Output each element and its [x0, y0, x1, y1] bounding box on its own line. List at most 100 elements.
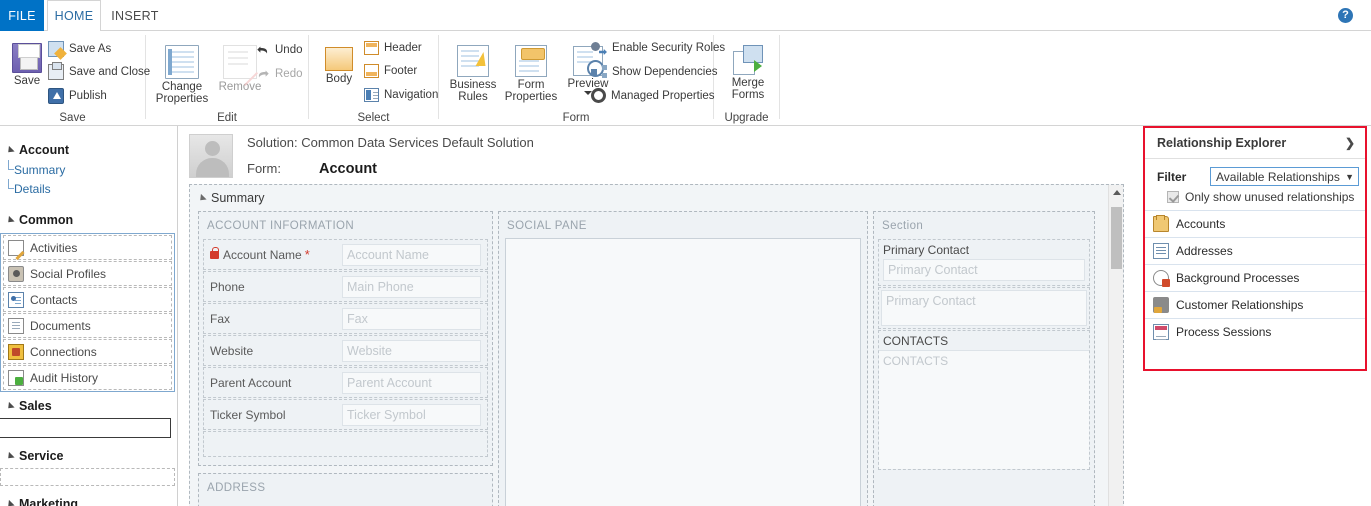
ribbon-group-upgrade: Merge Forms Upgrade	[714, 31, 779, 126]
section-right[interactable]: Section Primary Contact Primary Contact …	[873, 211, 1095, 506]
only-unused-relationships-checkbox[interactable]	[1167, 191, 1179, 203]
application-window: FILE HOME INSERT ? Save Save As Save and…	[0, 0, 1371, 506]
change-properties-button[interactable]: Change Properties	[152, 45, 212, 105]
chevron-right-icon[interactable]: ❯	[1345, 136, 1355, 150]
managed-properties-button[interactable]: Managed Properties	[591, 88, 715, 103]
subgrid-contacts-body[interactable]: CONTACTS	[879, 351, 1089, 469]
nav-header-marketing[interactable]: Marketing	[0, 494, 177, 506]
relationship-explorer-panel: Relationship Explorer ❯ Filter Available…	[1143, 126, 1367, 371]
social-pane-control[interactable]	[505, 238, 861, 506]
field-account-name-input[interactable]: Account Name	[342, 243, 481, 266]
sidebar-item-audit-history[interactable]: Audit History	[3, 365, 172, 390]
scroll-up-arrow-icon[interactable]	[1113, 190, 1121, 195]
ribbon-group-select: Body Header Footer Navigation Select	[309, 31, 438, 126]
save-as-button[interactable]: Save As	[48, 41, 111, 57]
save-and-close-icon	[48, 62, 64, 80]
section-social-pane[interactable]: SOCIAL PANE	[498, 211, 868, 506]
show-dependencies-button[interactable]: Show Dependencies	[591, 64, 718, 80]
section-address[interactable]: ADDRESS	[198, 473, 493, 506]
field-phone-input[interactable]: Main Phone	[342, 275, 481, 298]
ribbon-group-label-save: Save	[59, 112, 86, 124]
ribbon-group-label-upgrade: Upgrade	[724, 112, 769, 124]
sidebar-item-summary[interactable]: Summary	[0, 160, 177, 179]
undo-label: Undo	[275, 44, 303, 56]
tab-home[interactable]: HOME	[47, 0, 101, 32]
nav-header-service[interactable]: Service	[0, 446, 177, 466]
section-account-information[interactable]: ACCOUNT INFORMATION Account Name * Accou…	[198, 211, 493, 466]
merge-forms-label-1: Merge	[731, 77, 765, 89]
field-fax-input[interactable]: Fax	[342, 307, 481, 330]
ribbon-group-form: Business Rules Form Properties Preview E…	[439, 31, 725, 126]
tab-insert-label: INSERT	[111, 8, 159, 23]
publish-button[interactable]: Publish	[48, 88, 107, 104]
field-primary-contact[interactable]: Primary Contact Primary Contact	[878, 239, 1090, 286]
sidebar-item-social-profiles[interactable]: Social Profiles	[3, 261, 172, 286]
relationship-item-customer-relationships[interactable]: Customer Relationships	[1145, 291, 1365, 318]
field-account-name-label: Account Name	[223, 247, 302, 262]
scrollbar-thumb[interactable]	[1111, 207, 1122, 269]
field-primary-contact-notes-input[interactable]: Primary Contact	[881, 290, 1087, 326]
field-website-input[interactable]: Website	[342, 339, 481, 362]
only-unused-relationships-row[interactable]: Only show unused relationships	[1145, 186, 1365, 210]
field-website[interactable]: Website Website	[203, 335, 488, 366]
business-rules-button[interactable]: Business Rules	[447, 45, 499, 103]
relationship-item-addresses[interactable]: Addresses	[1145, 237, 1365, 264]
empty-field-slot[interactable]	[203, 431, 488, 457]
form-tab-summary[interactable]: Summary	[197, 191, 264, 205]
body-button[interactable]: Body	[317, 47, 361, 85]
undo-button[interactable]: Undo	[256, 43, 303, 57]
tab-insert[interactable]: INSERT	[105, 0, 165, 31]
sidebar-item-details[interactable]: Details	[0, 179, 177, 198]
nav-group-service-slot[interactable]	[0, 468, 175, 486]
subgrid-contacts[interactable]: CONTACTS CONTACTS	[878, 330, 1090, 470]
business-rules-icon	[457, 45, 489, 77]
field-phone[interactable]: Phone Main Phone	[203, 271, 488, 302]
field-primary-contact-input[interactable]: Primary Contact	[883, 259, 1085, 281]
field-ticker-symbol-input[interactable]: Ticker Symbol	[342, 403, 481, 426]
field-ticker-symbol[interactable]: Ticker Symbol Ticker Symbol	[203, 399, 488, 430]
nav-group-sales-slot[interactable]	[0, 418, 171, 438]
form-body-vertical-scrollbar[interactable]	[1108, 185, 1123, 506]
nav-header-sales[interactable]: Sales	[0, 396, 177, 416]
save-as-label: Save As	[69, 43, 112, 55]
sidebar-item-connections[interactable]: Connections	[3, 339, 172, 364]
expand-triangle-icon	[5, 215, 15, 225]
field-primary-contact-notes[interactable]: Primary Contact	[878, 287, 1090, 329]
sidebar-item-summary-label: Summary	[14, 162, 66, 177]
nav-header-sales-label: Sales	[19, 399, 52, 413]
relationship-item-background-processes[interactable]: Background Processes	[1145, 264, 1365, 291]
relationship-item-process-sessions[interactable]: Process Sessions	[1145, 318, 1365, 345]
help-icon[interactable]: ?	[1338, 8, 1353, 23]
navigation-button[interactable]: Navigation	[364, 88, 438, 102]
footer-button[interactable]: Footer	[364, 64, 417, 78]
sidebar-item-contacts-label: Contacts	[30, 292, 78, 307]
entity-avatar	[189, 134, 233, 178]
form-properties-button[interactable]: Form Properties	[501, 45, 561, 103]
sidebar-item-activities[interactable]: Activities	[3, 235, 172, 260]
field-parent-account-input[interactable]: Parent Account	[342, 371, 481, 394]
save-and-close-button[interactable]: Save and Close	[48, 62, 150, 80]
field-account-name[interactable]: Account Name * Account Name	[203, 239, 488, 270]
audit-history-icon	[8, 369, 24, 386]
tab-file-label: FILE	[8, 8, 36, 23]
enable-security-roles-button[interactable]: Enable Security Roles	[591, 40, 725, 56]
relationship-item-accounts[interactable]: Accounts	[1145, 210, 1365, 237]
sidebar-item-connections-label: Connections	[30, 344, 97, 359]
save-button-label: Save	[13, 75, 41, 87]
nav-header-common[interactable]: Common	[0, 210, 177, 230]
merge-forms-button[interactable]: Merge Forms	[727, 45, 769, 101]
redo-button[interactable]: Redo	[256, 67, 303, 81]
relationship-filter-dropdown[interactable]: Available Relationships ▼	[1210, 167, 1359, 186]
tab-file[interactable]: FILE	[0, 0, 44, 31]
managed-properties-label: Managed Properties	[611, 89, 715, 102]
header-button[interactable]: Header	[364, 41, 422, 55]
save-button[interactable]: Save	[6, 43, 48, 87]
field-parent-account[interactable]: Parent Account Parent Account	[203, 367, 488, 398]
nav-header-account-label: Account	[19, 143, 69, 157]
sidebar-item-documents[interactable]: Documents	[3, 313, 172, 338]
relationship-item-background-processes-label: Background Processes	[1176, 271, 1300, 285]
field-fax[interactable]: Fax Fax	[203, 303, 488, 334]
nav-header-account[interactable]: Account	[0, 140, 177, 160]
solution-name: Solution: Common Data Services Default S…	[247, 135, 534, 150]
sidebar-item-contacts[interactable]: Contacts	[3, 287, 172, 312]
